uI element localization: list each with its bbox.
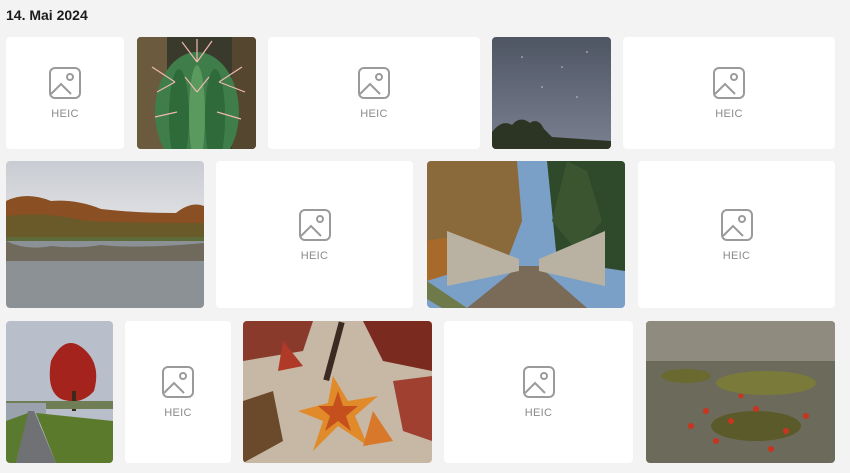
image-icon <box>162 366 194 398</box>
image-icon <box>49 67 81 99</box>
photo-autumn-leaves[interactable] <box>243 321 432 463</box>
photo-cactus[interactable] <box>137 37 256 149</box>
photo-leaves-in-water[interactable] <box>646 321 835 463</box>
heic-placeholder-tile[interactable]: HEIC <box>268 37 480 149</box>
heic-placeholder-tile[interactable]: HEIC <box>623 37 835 149</box>
photo-night-sky[interactable] <box>492 37 611 149</box>
heic-placeholder-tile[interactable]: HEIC <box>638 161 835 308</box>
heic-label: HEIC <box>722 249 751 262</box>
heic-label: HEIC <box>164 407 192 419</box>
date-header: 14. Mai 2024 <box>6 7 88 23</box>
photo-wooden-bridge[interactable] <box>427 161 625 308</box>
image-icon <box>720 208 753 241</box>
heic-label: HEIC <box>360 108 388 120</box>
image-icon <box>358 67 390 99</box>
heic-label: HEIC <box>51 108 79 120</box>
image-icon <box>298 208 331 241</box>
heic-placeholder-tile[interactable]: HEIC <box>444 321 633 463</box>
heic-placeholder-tile[interactable]: HEIC <box>125 321 231 463</box>
heic-label: HEIC <box>524 407 553 419</box>
photo-path-red-tree[interactable] <box>6 321 113 463</box>
heic-placeholder-tile[interactable]: HEIC <box>216 161 413 308</box>
heic-label: HEIC <box>715 108 743 120</box>
heic-label: HEIC <box>300 249 329 262</box>
heic-placeholder-tile[interactable]: HEIC <box>6 37 124 149</box>
photo-lake-autumn[interactable] <box>6 161 204 308</box>
image-icon <box>713 67 745 99</box>
image-icon <box>522 366 555 398</box>
